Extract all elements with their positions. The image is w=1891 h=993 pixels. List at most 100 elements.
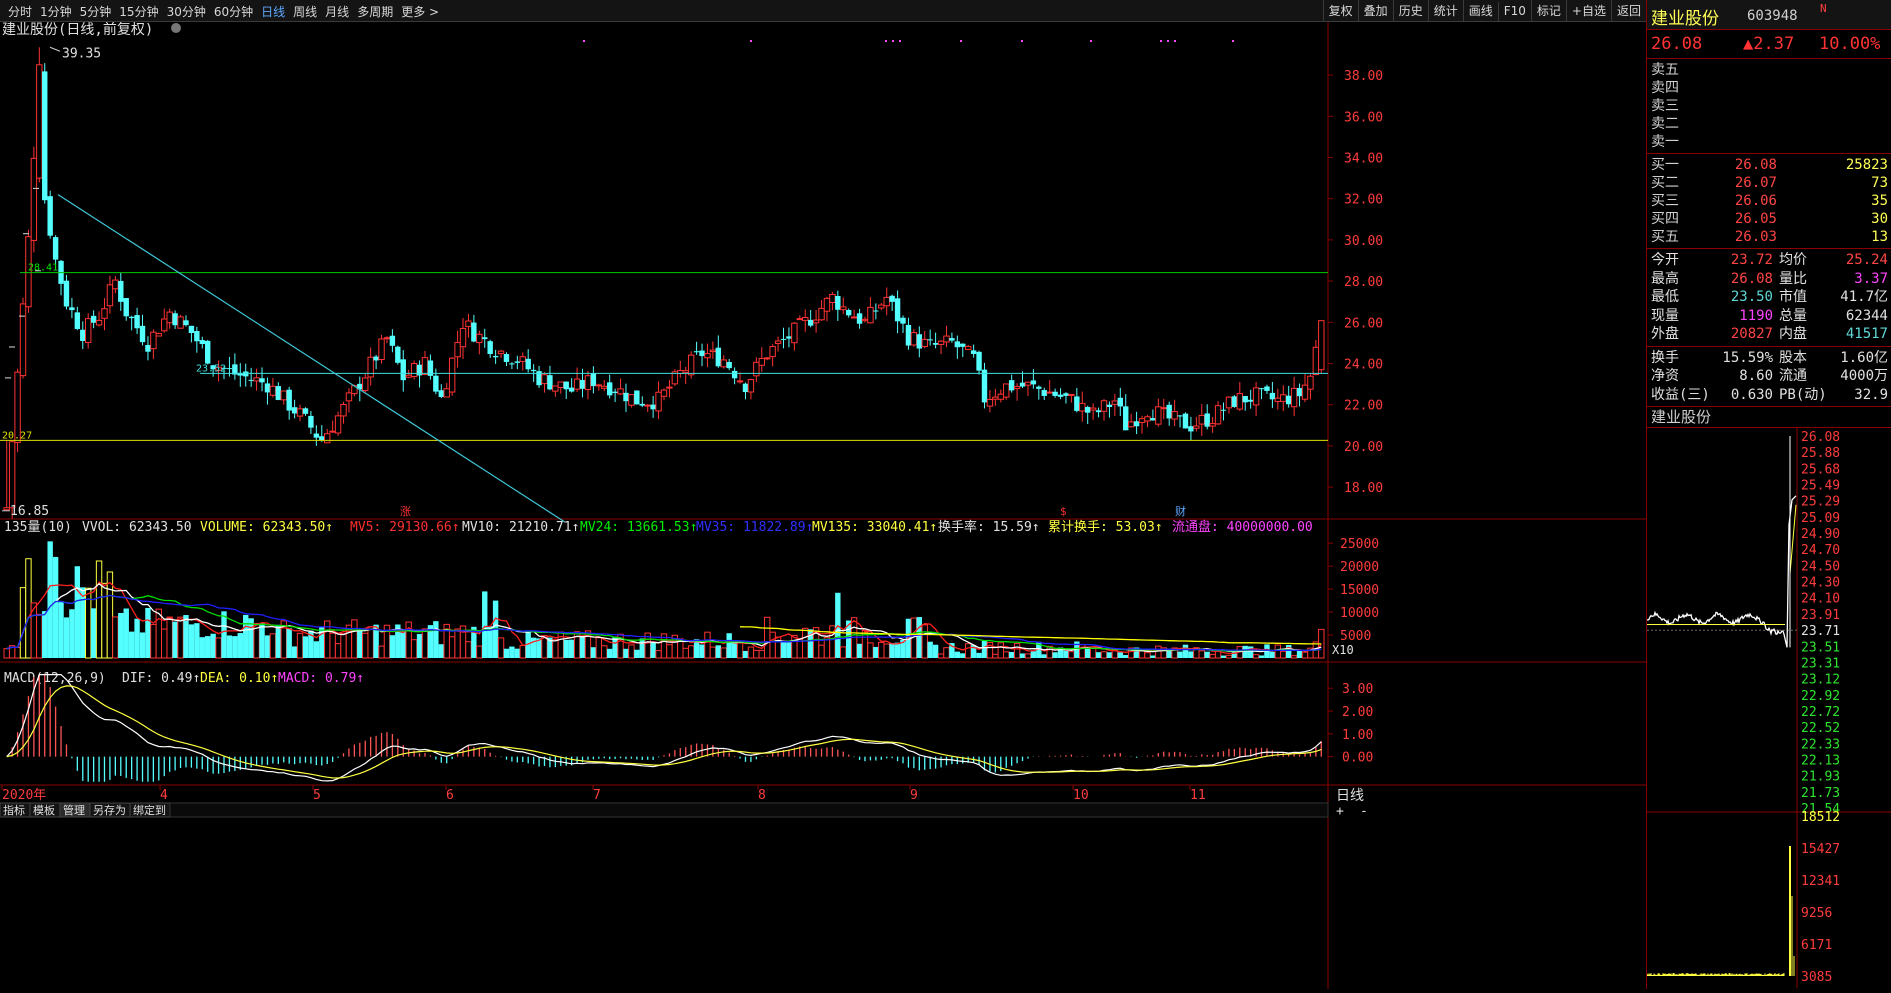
candle-body xyxy=(856,313,863,324)
bid-label: 买一 xyxy=(1651,157,1679,173)
bid-price: 26.06 xyxy=(1734,193,1777,209)
candle-body xyxy=(715,347,722,367)
candle-body xyxy=(547,375,553,390)
candle-body xyxy=(1225,396,1233,409)
period-tab-6[interactable]: 日线 xyxy=(257,2,289,21)
volume-bar xyxy=(259,623,265,658)
candle-body xyxy=(1160,407,1167,410)
horizontal-scrollbar[interactable] xyxy=(169,802,1329,818)
volume-bar xyxy=(1182,644,1189,658)
volume-bar xyxy=(172,621,178,658)
candle-body xyxy=(687,354,695,376)
tool-button-7[interactable]: +自选 xyxy=(1565,0,1611,21)
candle-body xyxy=(145,344,151,352)
candle-body xyxy=(194,331,200,342)
period-tab-9[interactable]: 多周期 xyxy=(353,2,397,21)
event-marker[interactable]: 涨 xyxy=(400,505,411,518)
mini-intraday-chart[interactable]: 26.08 25.88 25.68 25.49 25.29 25.09 24.90 24.70… xyxy=(1647,428,1891,988)
period-tab-2[interactable]: 5分钟 xyxy=(76,2,116,21)
volume-bar xyxy=(134,618,140,658)
volume-bar xyxy=(1155,645,1162,659)
volume-bar xyxy=(1280,650,1287,659)
candle-body xyxy=(1100,400,1108,412)
kline-chart-area[interactable]: 建业股份(日线,前复权) 38.00 36.00 34.00 32.00 30.00 28.… xyxy=(0,21,1646,989)
volume-bar xyxy=(1144,652,1151,659)
volume-bar xyxy=(709,646,717,659)
period-tab-8[interactable]: 月线 xyxy=(321,2,353,21)
volume-bar xyxy=(1220,655,1227,658)
tool-button-6[interactable]: 标记 xyxy=(1530,0,1566,21)
candle-body xyxy=(340,404,347,417)
candle-body xyxy=(296,408,304,417)
stat-label: 内盘 xyxy=(1779,326,1807,342)
candle-body xyxy=(1209,423,1216,427)
volume-bar xyxy=(476,645,483,659)
tool-button-4[interactable]: 画线 xyxy=(1462,0,1498,21)
bid-price: 26.05 xyxy=(1734,211,1777,227)
event-marker[interactable]: 财 xyxy=(1175,504,1186,518)
candle-body xyxy=(286,389,292,411)
candle-body xyxy=(530,369,537,372)
ask-row: 卖二 xyxy=(1647,115,1891,133)
line-28-label: 28.41 xyxy=(28,263,58,274)
volume-bar xyxy=(243,614,249,658)
volume-bar xyxy=(1063,650,1069,658)
chevron-down-icon[interactable] xyxy=(171,23,181,33)
zoom-in-button[interactable]: + xyxy=(1336,804,1344,819)
stat-value: 41517 xyxy=(1845,326,1888,342)
mini-chart-svg[interactable]: 26.0825.8825.68 25.4925.2925.0924.9024.70… xyxy=(1647,428,1891,988)
mini-volume-label: 12341 xyxy=(1801,874,1840,889)
zoom-out-button[interactable]: - xyxy=(1360,804,1368,819)
price-summary: 26.08 ▲2.37 10.00% xyxy=(1647,30,1891,59)
tool-button-0[interactable]: 复权 xyxy=(1322,0,1358,21)
period-tab-7[interactable]: 周线 xyxy=(289,2,321,21)
candle-body xyxy=(1133,421,1140,427)
volume-bar xyxy=(1106,652,1113,658)
stat-value: 26.08 xyxy=(1730,270,1773,287)
candle-body xyxy=(764,357,771,360)
volume-bar xyxy=(1301,651,1309,659)
tool-button-1[interactable]: 叠加 xyxy=(1357,0,1393,21)
candle-body xyxy=(835,295,841,310)
candle-body xyxy=(867,306,874,324)
volume-header-item: MV35: 11822.89↑ xyxy=(696,520,813,535)
tool-button-2[interactable]: 历史 xyxy=(1392,0,1428,21)
candle-body xyxy=(36,64,43,179)
volume-bar xyxy=(351,619,358,659)
mini-price-label: 21.93 xyxy=(1801,770,1840,785)
candle-body xyxy=(1301,384,1309,400)
stat-value: 32.9 xyxy=(1854,386,1888,403)
period-tab-0[interactable]: 分时 xyxy=(4,2,36,21)
macd-header-item: DEA: 0.10↑ xyxy=(200,671,278,686)
volume-bar xyxy=(465,641,472,659)
candle-body xyxy=(986,399,994,407)
volume-bar xyxy=(25,558,32,659)
tool-button-8[interactable]: 返回 xyxy=(1610,0,1646,21)
volume-bar xyxy=(687,645,695,659)
stats-block: 今开 23.72 均价 25.24 最高 26.08 量比 3.37 最低 23.50 市值 41.7… xyxy=(1647,249,1891,347)
volume-bar xyxy=(188,624,195,658)
candle-body xyxy=(541,374,548,385)
volume-bar xyxy=(14,646,21,659)
volume-bar xyxy=(52,556,59,658)
date-axis-label: 10 xyxy=(1073,788,1089,803)
volume-bar xyxy=(302,636,309,658)
event-marker[interactable]: $ xyxy=(1060,505,1067,518)
volume-bar xyxy=(964,643,972,659)
period-tab-1[interactable]: 1分钟 xyxy=(36,2,76,21)
period-tab-4[interactable]: 30分钟 xyxy=(163,2,210,21)
candle-body xyxy=(812,319,820,324)
candle-body xyxy=(1144,416,1151,422)
volume-bar xyxy=(101,582,108,659)
period-tab-3[interactable]: 15分钟 xyxy=(115,2,162,21)
candle-body xyxy=(1214,405,1222,425)
period-tab-10[interactable]: 更多 > xyxy=(397,2,443,21)
volume-bar xyxy=(937,653,945,659)
tool-button-5[interactable]: F10 xyxy=(1497,2,1531,23)
kline-chart-svg[interactable]: 建业股份(日线,前复权) 38.00 36.00 34.00 32.00 30.00 28.… xyxy=(0,21,1646,989)
period-tab-5[interactable]: 60分钟 xyxy=(210,2,257,21)
candle-body xyxy=(400,359,406,381)
tool-button-3[interactable]: 统计 xyxy=(1427,0,1463,21)
volume-bar xyxy=(177,616,184,659)
mini-price-label: 26.08 xyxy=(1801,430,1840,445)
